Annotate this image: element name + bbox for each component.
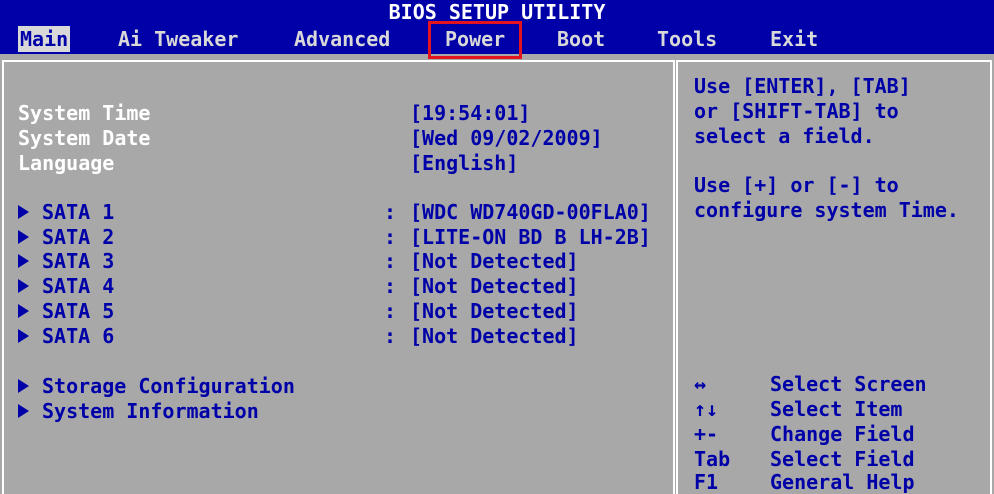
menu-bar: Main Ai Tweaker Advanced Power Boot Tool…: [0, 21, 994, 59]
sata-1-value: [WDC WD740GD-00FLA0]: [410, 200, 651, 224]
system-time-value[interactable]: [19:54:01]: [410, 101, 530, 125]
sata-5-item[interactable]: SATA 5: [18, 299, 114, 323]
sata-5-value: [Not Detected]: [410, 299, 579, 323]
up-down-arrow-icon: ↑↓: [694, 397, 719, 421]
sata-3-value: [Not Detected]: [410, 249, 579, 273]
tab-ai-tweaker[interactable]: Ai Tweaker: [118, 26, 238, 52]
submenu-arrow-icon: [18, 403, 29, 418]
sata-5-label: SATA 5: [42, 299, 115, 323]
sata-2-item[interactable]: SATA 2: [18, 225, 114, 249]
system-time-label: System Time: [18, 101, 151, 125]
help-line-5: configure system Time.: [694, 198, 959, 222]
submenu-arrow-icon: [18, 328, 29, 343]
tab-power[interactable]: Power: [427, 21, 523, 59]
language-label: Language: [18, 151, 115, 175]
tab-exit[interactable]: Exit: [770, 26, 818, 52]
key-desc-select-item: Select Item: [770, 397, 903, 421]
separator: :: [384, 249, 397, 273]
key-desc-select-field: Select Field: [770, 447, 915, 471]
separator: :: [384, 225, 397, 249]
key-desc-change-field: Change Field: [770, 422, 915, 446]
language-value[interactable]: [English]: [410, 151, 518, 175]
system-information-label: System Information: [42, 399, 259, 423]
tab-tools[interactable]: Tools: [657, 26, 717, 52]
help-line-2: or [SHIFT-TAB] to: [694, 99, 899, 123]
window-title: BIOS SETUP UTILITY: [0, 0, 994, 24]
submenu-arrow-icon: [18, 278, 29, 293]
help-line-3: select a field.: [694, 124, 875, 148]
submenu-arrow-icon: [18, 229, 29, 244]
sata-2-value: [LITE-ON BD B LH-2B]: [410, 225, 651, 249]
submenu-arrow-icon: [18, 303, 29, 318]
help-line-1: Use [ENTER], [TAB]: [694, 74, 911, 98]
sata-4-label: SATA 4: [42, 274, 115, 298]
left-right-arrow-icon: ↔: [694, 372, 707, 396]
submenu-arrow-icon: [18, 204, 29, 219]
separator: :: [384, 274, 397, 298]
f1-key: F1: [694, 470, 719, 494]
storage-configuration-item[interactable]: Storage Configuration: [18, 374, 295, 398]
plus-minus-key: +-: [694, 422, 719, 446]
sata-2-label: SATA 2: [42, 225, 115, 249]
help-line-4: Use [+] or [-] to: [694, 173, 899, 197]
storage-configuration-label: Storage Configuration: [42, 374, 295, 398]
sata-3-item[interactable]: SATA 3: [18, 249, 114, 273]
sata-1-label: SATA 1: [42, 200, 115, 224]
system-date-label: System Date: [18, 126, 151, 150]
sata-6-label: SATA 6: [42, 324, 115, 348]
system-date-value[interactable]: [Wed 09/02/2009]: [410, 126, 603, 150]
separator: :: [384, 299, 397, 323]
submenu-arrow-icon: [18, 253, 29, 268]
sata-4-value: [Not Detected]: [410, 274, 579, 298]
tab-boot[interactable]: Boot: [557, 26, 605, 52]
sata-6-item[interactable]: SATA 6: [18, 324, 114, 348]
separator: :: [384, 324, 397, 348]
sata-3-label: SATA 3: [42, 249, 115, 273]
sata-6-value: [Not Detected]: [410, 324, 579, 348]
tab-key: Tab: [694, 447, 731, 471]
key-desc-general-help: General Help: [770, 470, 915, 494]
submenu-arrow-icon: [18, 378, 29, 393]
sata-1-item[interactable]: SATA 1: [18, 200, 114, 224]
separator: :: [384, 200, 397, 224]
key-desc-select-screen: Select Screen: [770, 372, 927, 396]
tab-main[interactable]: Main: [18, 26, 71, 52]
tab-advanced[interactable]: Advanced: [294, 26, 390, 52]
system-information-item[interactable]: System Information: [18, 399, 259, 423]
sata-4-item[interactable]: SATA 4: [18, 274, 114, 298]
